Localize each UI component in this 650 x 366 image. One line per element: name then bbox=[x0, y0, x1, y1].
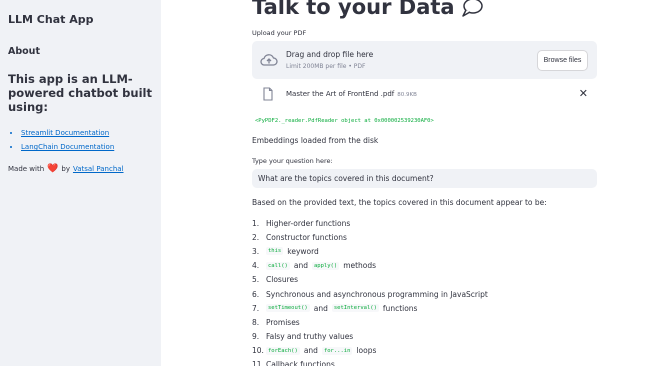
topic-number: 4. bbox=[252, 261, 260, 271]
heart-icon: ❤️ bbox=[47, 164, 59, 174]
topic-item: 11. Callback functions bbox=[252, 358, 492, 366]
question-label: Type your question here: bbox=[252, 157, 333, 165]
topics-list: 1. Higher-order functions 2. Constructor fu… bbox=[252, 216, 492, 366]
link-item[interactable]: LangChain Documentation bbox=[21, 140, 153, 154]
inline-code: setInterval() bbox=[331, 304, 379, 313]
file-size: 80.9KB bbox=[397, 92, 417, 98]
app-title: LLM Chat App bbox=[8, 13, 94, 26]
about-heading: About bbox=[8, 46, 40, 57]
file-icon bbox=[263, 87, 273, 101]
answer-intro: Based on the provided text, the topics c… bbox=[252, 198, 547, 207]
page-title: Talk to your Data bbox=[252, 0, 483, 19]
topic-text: Synchronous and asynchronous programming… bbox=[266, 289, 488, 299]
topic-item: 8. Promises bbox=[252, 315, 492, 329]
dropzone-limit: Limit 200MB per file • PDF bbox=[286, 63, 366, 70]
topic-number: 9. bbox=[252, 332, 260, 342]
cloud-upload-icon bbox=[260, 54, 278, 66]
link-item[interactable]: Streamlit Documentation bbox=[21, 126, 153, 140]
file-name-line: Master the Art of FrontEnd .pdf 80.9KB bbox=[286, 90, 417, 98]
topic-number: 8. bbox=[252, 317, 260, 327]
topic-number: 10. bbox=[252, 346, 264, 356]
page-title-text: Talk to your Data bbox=[252, 0, 455, 19]
topic-item: 4. call() and apply() methods bbox=[252, 259, 492, 273]
inline-code: for...in bbox=[321, 346, 353, 355]
topic-text: and bbox=[293, 261, 308, 271]
topic-text: methods bbox=[343, 261, 377, 271]
topic-text: functions bbox=[382, 303, 418, 313]
file-dropzone[interactable]: Drag and drop file here Limit 200MB per … bbox=[252, 41, 597, 79]
sidebar-heading: This app is an LLM-powered chatbot built… bbox=[8, 72, 152, 114]
topic-number: 11. bbox=[252, 360, 264, 366]
topic-item: 7. setTimeout() and setInterval() functions bbox=[252, 301, 492, 315]
topic-item: 2. Constructor functions bbox=[252, 230, 492, 244]
topic-text: Higher-order functions bbox=[266, 218, 351, 228]
author-link[interactable]: Vatsal Panchal bbox=[73, 165, 124, 173]
close-icon[interactable]: ✕ bbox=[579, 87, 588, 100]
by-text: by bbox=[61, 165, 70, 173]
uploaded-file: Master the Art of FrontEnd .pdf 80.9KB ✕ bbox=[252, 86, 597, 104]
dropzone-instructions: Drag and drop file here bbox=[286, 50, 374, 59]
embeddings-status: Embeddings loaded from the disk bbox=[252, 136, 379, 145]
topic-text: and bbox=[303, 346, 318, 356]
topic-item: 10. forEach() and for...in loops bbox=[252, 344, 492, 358]
made-with-text: Made with bbox=[8, 165, 45, 173]
topic-text: loops bbox=[356, 346, 377, 356]
main-content: Talk to your Data Upload your PDF Drag a… bbox=[252, 0, 597, 366]
topic-number: 2. bbox=[252, 232, 260, 242]
inline-code: this bbox=[266, 247, 284, 256]
speech-bubble-icon bbox=[461, 0, 483, 17]
topic-text: and bbox=[313, 303, 328, 313]
streamlit-docs-link[interactable]: Streamlit Documentation bbox=[21, 129, 109, 137]
inline-code: call() bbox=[266, 261, 290, 270]
inline-code: forEach() bbox=[266, 346, 300, 355]
topic-item: 9. Falsy and truthy values bbox=[252, 330, 492, 344]
topic-number: 6. bbox=[252, 289, 260, 299]
question-input[interactable] bbox=[252, 169, 597, 188]
made-with-line: Made with ❤️ by Vatsal Panchal bbox=[8, 164, 153, 174]
topic-item: 5. Closures bbox=[252, 273, 492, 287]
topic-number: 5. bbox=[252, 275, 260, 285]
topic-number: 1. bbox=[252, 218, 260, 228]
pdf-reader-object: <PyPDF2._reader.PdfReader object at 0x00… bbox=[255, 118, 434, 124]
topic-text: Promises bbox=[266, 317, 300, 327]
browse-files-button[interactable]: Browse files bbox=[537, 50, 588, 71]
doc-links: Streamlit Documentation LangChain Docume… bbox=[8, 126, 153, 154]
topic-number: 3. bbox=[252, 246, 260, 256]
topic-item: 6. Synchronous and asynchronous programmi… bbox=[252, 287, 492, 301]
topic-item: 1. Higher-order functions bbox=[252, 216, 492, 230]
file-name: Master the Art of FrontEnd .pdf bbox=[286, 90, 395, 98]
topic-text: Callback functions bbox=[266, 360, 335, 366]
topic-number: 7. bbox=[252, 303, 260, 313]
topic-text: keyword bbox=[287, 246, 319, 256]
sidebar: LLM Chat App About This app is an LLM-po… bbox=[0, 0, 161, 366]
upload-label: Upload your PDF bbox=[252, 29, 307, 37]
topic-text: Falsy and truthy values bbox=[266, 332, 354, 342]
langchain-docs-link[interactable]: LangChain Documentation bbox=[21, 143, 114, 151]
topic-item: 3. this keyword bbox=[252, 244, 492, 258]
topic-text: Constructor functions bbox=[266, 232, 347, 242]
inline-code: apply() bbox=[312, 261, 340, 270]
topic-text: Closures bbox=[266, 275, 299, 285]
inline-code: setTimeout() bbox=[266, 304, 310, 313]
